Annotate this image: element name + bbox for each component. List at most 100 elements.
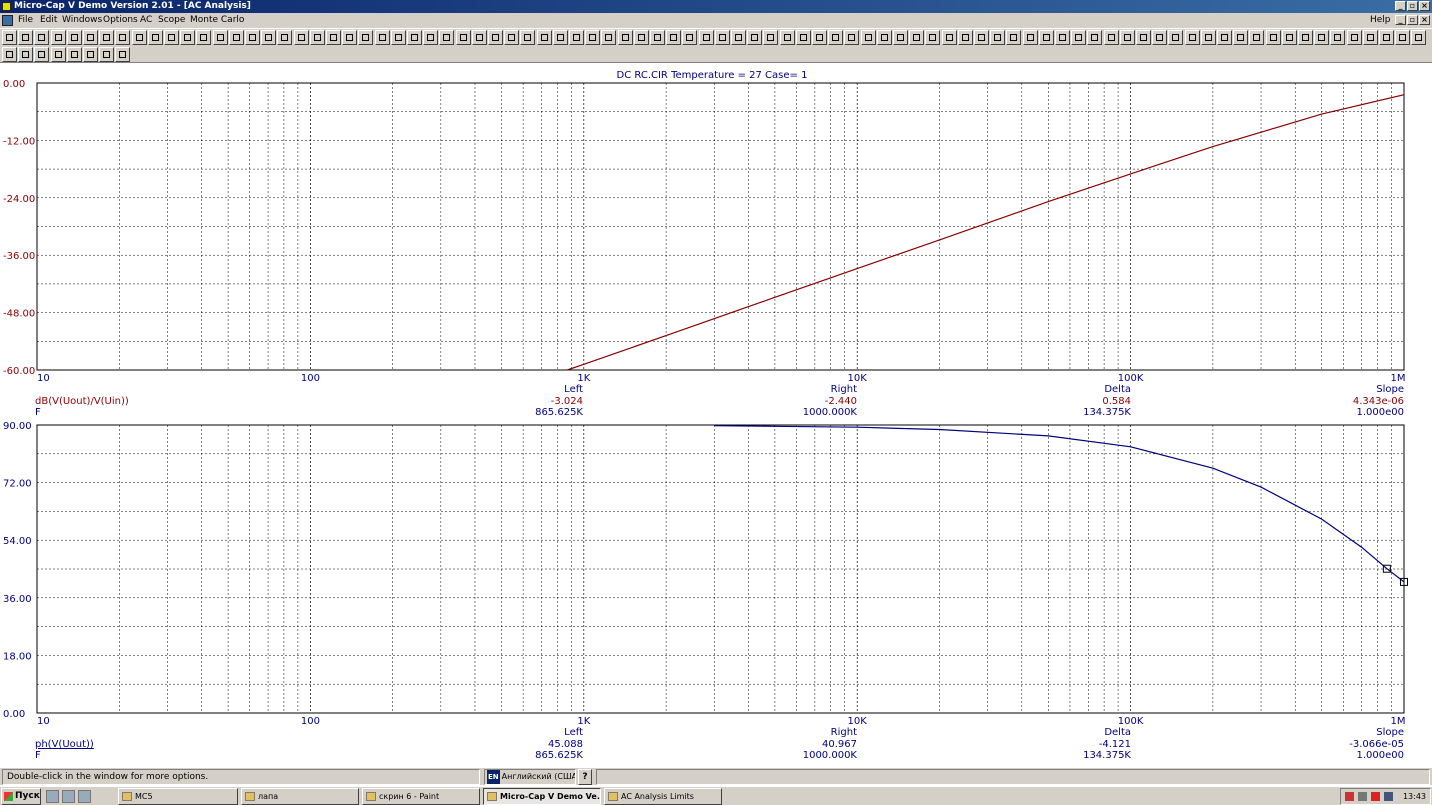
toolbar-button[interactable] bbox=[18, 47, 34, 62]
toolbar-button[interactable] bbox=[828, 30, 844, 45]
toolbar-button[interactable] bbox=[2, 47, 17, 62]
toolbar-button[interactable] bbox=[309, 30, 325, 45]
toolbar-button[interactable] bbox=[1184, 30, 1200, 45]
toolbar-button[interactable] bbox=[893, 30, 908, 45]
toolbar-button[interactable] bbox=[1006, 30, 1022, 45]
task-paint[interactable]: скрин 6 - Paint bbox=[362, 788, 480, 805]
minimize-button[interactable]: _ bbox=[1395, 1, 1406, 11]
toolbar-button[interactable] bbox=[358, 30, 374, 45]
toolbar-button[interactable] bbox=[83, 30, 98, 45]
toolbar-button[interactable] bbox=[1362, 30, 1378, 45]
lower-expr-label[interactable]: ph(V(Uout)) bbox=[35, 739, 94, 750]
toolbar-button[interactable] bbox=[844, 30, 860, 45]
toolbar-button[interactable] bbox=[1281, 30, 1297, 45]
toolbar-button[interactable] bbox=[1298, 30, 1313, 45]
toolbar-button[interactable] bbox=[569, 30, 584, 45]
menu-scope[interactable]: Scope bbox=[158, 13, 185, 28]
toolbar-button[interactable] bbox=[1395, 30, 1411, 45]
toolbar-button[interactable] bbox=[666, 30, 682, 45]
toolbar-button[interactable] bbox=[1119, 30, 1135, 45]
toolbar-button[interactable] bbox=[374, 30, 390, 45]
toolbar-button[interactable] bbox=[974, 30, 989, 45]
toolbar-button[interactable] bbox=[115, 47, 131, 62]
toolbar-button[interactable] bbox=[245, 30, 260, 45]
toolbar-button[interactable] bbox=[180, 30, 196, 45]
toolbar-button[interactable] bbox=[1103, 30, 1119, 45]
toolbar-button[interactable] bbox=[812, 30, 827, 45]
toolbar-button[interactable] bbox=[471, 30, 487, 45]
toolbar-button[interactable] bbox=[99, 47, 115, 62]
toolbar-button[interactable] bbox=[293, 30, 309, 45]
toolbar-button[interactable] bbox=[682, 30, 698, 45]
toolbar-button[interactable] bbox=[1249, 30, 1265, 45]
toolbar-button[interactable] bbox=[1314, 30, 1330, 45]
toolbar-button[interactable] bbox=[1071, 30, 1087, 45]
toolbar-button[interactable] bbox=[66, 47, 82, 62]
toolbar-button[interactable] bbox=[1168, 30, 1184, 45]
menu-windows[interactable]: Windows bbox=[62, 13, 102, 28]
toolbar-button[interactable] bbox=[131, 30, 147, 45]
toolbar-button[interactable] bbox=[455, 30, 471, 45]
ie-quicklaunch-icon[interactable] bbox=[46, 790, 59, 803]
menu-options[interactable]: Options bbox=[103, 13, 138, 28]
toolbar-button[interactable] bbox=[342, 30, 358, 45]
menu-monte-carlo[interactable]: Monte Carlo bbox=[190, 13, 244, 28]
toolbar-button[interactable] bbox=[488, 30, 503, 45]
toolbar-button[interactable] bbox=[326, 30, 341, 45]
task-mc5[interactable]: MC5 bbox=[118, 788, 238, 805]
toolbar-button[interactable] bbox=[552, 30, 568, 45]
toolbar-button[interactable] bbox=[650, 30, 665, 45]
toolbar-button[interactable] bbox=[277, 30, 293, 45]
antivirus-icon[interactable] bbox=[1358, 792, 1367, 801]
media-quicklaunch-icon[interactable] bbox=[78, 790, 91, 803]
toolbar-button[interactable] bbox=[1233, 30, 1249, 45]
toolbar-button[interactable] bbox=[196, 30, 212, 45]
volume-icon[interactable] bbox=[1384, 792, 1393, 801]
toolbar-button[interactable] bbox=[50, 30, 66, 45]
toolbar-button[interactable] bbox=[957, 30, 973, 45]
toolbar-button[interactable] bbox=[147, 30, 163, 45]
mdi-minimize-button[interactable]: _ bbox=[1395, 15, 1406, 25]
menu-help[interactable]: Help bbox=[1370, 13, 1391, 28]
task-lapa[interactable]: лапа bbox=[241, 788, 359, 805]
menu-ac[interactable]: AC bbox=[140, 13, 152, 28]
toolbar-button[interactable] bbox=[1200, 30, 1216, 45]
toolbar-button[interactable] bbox=[941, 30, 957, 45]
kaspersky-icon[interactable] bbox=[1371, 792, 1380, 801]
language-indicator[interactable]: EN Английский (США) bbox=[484, 769, 576, 785]
toolbar-button[interactable] bbox=[18, 30, 34, 45]
toolbar-button[interactable] bbox=[747, 30, 763, 45]
toolbar-button[interactable] bbox=[1087, 30, 1103, 45]
toolbar-button[interactable] bbox=[50, 47, 66, 62]
help-button[interactable]: ? bbox=[578, 769, 592, 785]
toolbar-button[interactable] bbox=[1152, 30, 1168, 45]
toolbar-button[interactable] bbox=[2, 30, 17, 45]
upper-expr-label[interactable]: dB(V(Uout)/V(Uin)) bbox=[35, 396, 129, 407]
toolbar-button[interactable] bbox=[633, 30, 649, 45]
toolbar-button[interactable] bbox=[212, 30, 228, 45]
toolbar-button[interactable] bbox=[1038, 30, 1054, 45]
toolbar-button[interactable] bbox=[407, 30, 422, 45]
toolbar-button[interactable] bbox=[423, 30, 439, 45]
toolbar-button[interactable] bbox=[504, 30, 520, 45]
toolbar-button[interactable] bbox=[876, 30, 892, 45]
toolbar-button[interactable] bbox=[698, 30, 714, 45]
menu-file[interactable]: File bbox=[18, 13, 33, 28]
toolbar-button[interactable] bbox=[795, 30, 811, 45]
toolbar-button[interactable] bbox=[763, 30, 779, 45]
toolbar-button[interactable] bbox=[1217, 30, 1232, 45]
ac-analysis-plot[interactable]: DC RC.CIR Temperature = 27 Case= 1 0.00 -… bbox=[0, 64, 1432, 766]
toolbar-button[interactable] bbox=[34, 30, 50, 45]
toolbar-button[interactable] bbox=[83, 47, 98, 62]
toolbar-button[interactable] bbox=[909, 30, 925, 45]
task-ac-limits[interactable]: AC Analysis Limits bbox=[604, 788, 722, 805]
toolbar-button[interactable] bbox=[66, 30, 82, 45]
toolbar-button[interactable] bbox=[731, 30, 746, 45]
toolbar-button[interactable] bbox=[34, 47, 50, 62]
toolbar-button[interactable] bbox=[99, 30, 115, 45]
toolbar-button[interactable] bbox=[860, 30, 876, 45]
toolbar-button[interactable] bbox=[601, 30, 617, 45]
toolbar-button[interactable] bbox=[1411, 30, 1427, 45]
toolbar-button[interactable] bbox=[164, 30, 179, 45]
toolbar-button[interactable] bbox=[990, 30, 1006, 45]
